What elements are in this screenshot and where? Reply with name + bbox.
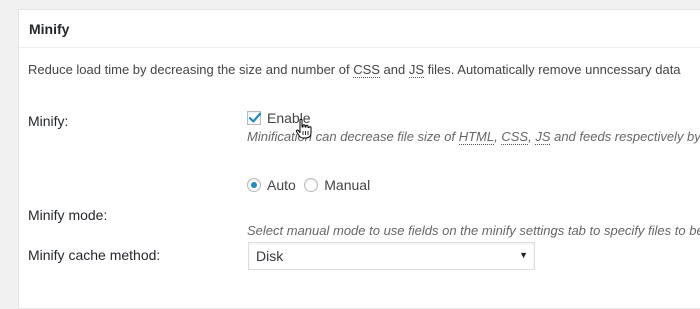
css-abbr: CSS: [353, 62, 380, 78]
checkmark-icon: [248, 112, 262, 123]
minify-mode-auto-radio[interactable]: [247, 177, 261, 192]
cache-method-selected-value: Disk: [256, 248, 284, 264]
cache-method-label: Minify cache method:: [28, 247, 161, 263]
minify-enable-checkbox[interactable]: [247, 110, 262, 125]
hand-pointer-cursor-icon: [295, 118, 312, 139]
dropdown-arrow-icon: ▼: [519, 250, 528, 260]
html-abbr: HTML: [458, 129, 495, 145]
panel-header: Minify: [19, 10, 700, 48]
minify-mode-manual-radio[interactable]: [304, 177, 319, 192]
js-abbr: JS: [535, 129, 551, 145]
minify-mode-manual-label[interactable]: Manual: [324, 177, 370, 193]
panel-title: Minify: [29, 20, 70, 37]
minify-mode-field: Auto Manual: [247, 176, 370, 194]
minify-settings-panel: Minify Reduce load time by decreasing th…: [18, 9, 700, 309]
minify-mode-auto-label[interactable]: Auto: [267, 177, 296, 193]
minify-label: Minify:: [28, 113, 69, 129]
cache-method-select[interactable]: Disk ▼: [248, 242, 535, 270]
minify-mode-label: Minify mode:: [28, 207, 108, 223]
minify-hint: Minification can decrease file size of H…: [247, 129, 700, 145]
css-abbr: CSS: [501, 129, 529, 145]
minify-mode-hint: Select manual mode to use fields on the …: [247, 223, 700, 238]
panel-description: Reduce load time by decreasing the size …: [28, 62, 681, 78]
js-abbr: JS: [408, 62, 425, 78]
